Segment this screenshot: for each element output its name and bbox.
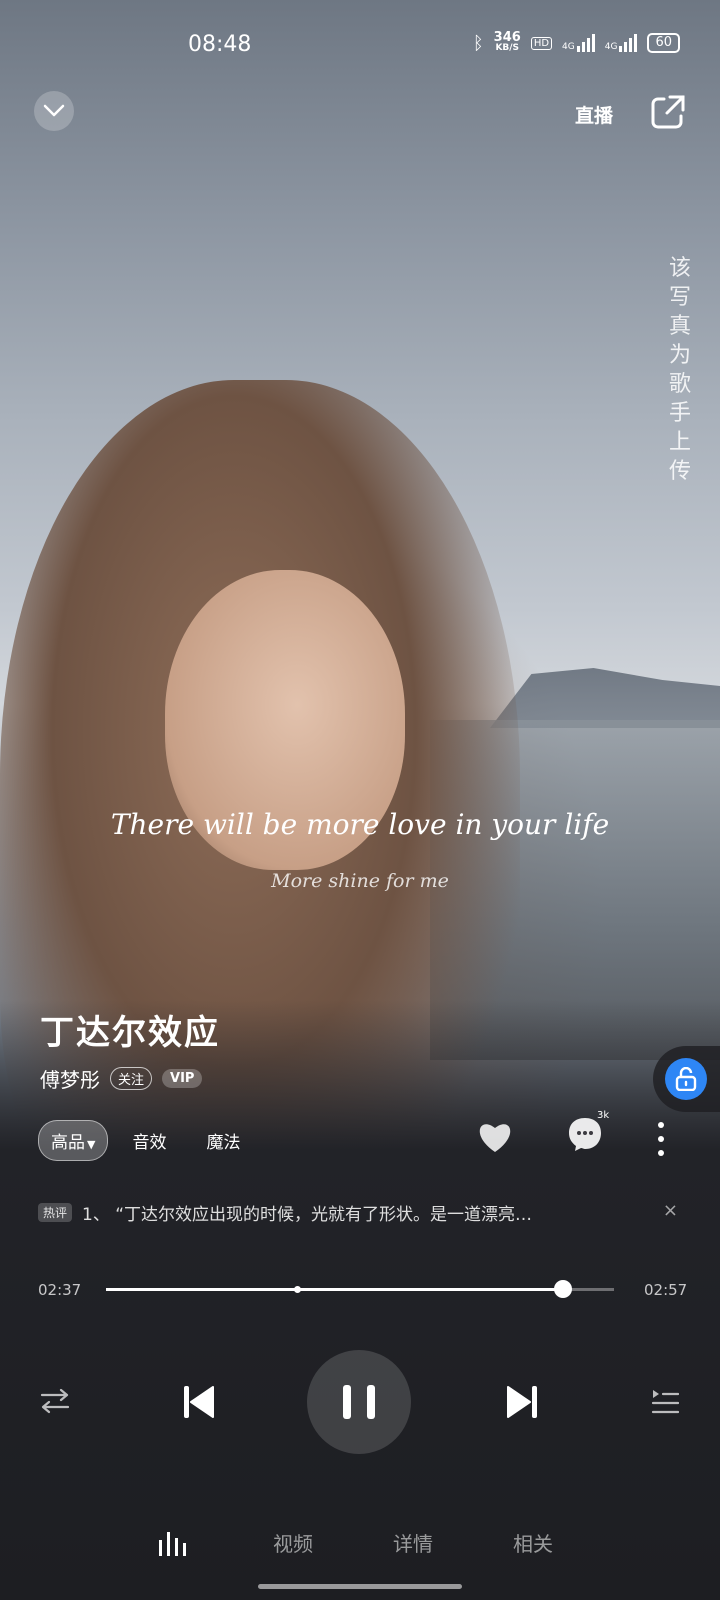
background-photo: [490, 668, 720, 728]
tab-related[interactable]: 相关: [513, 1528, 553, 1557]
artist-row: 傅梦彤 关注 VIP: [40, 1064, 203, 1093]
equalizer-icon: [159, 1532, 186, 1556]
playlist-button[interactable]: [651, 1388, 680, 1414]
magic-button[interactable]: 魔法: [206, 1128, 240, 1153]
next-button[interactable]: [506, 1385, 538, 1419]
chevron-down-icon: [43, 104, 65, 117]
vip-badge: VIP: [162, 1069, 203, 1088]
share-icon: [651, 95, 685, 129]
current-lyric[interactable]: There will be more love in your life: [0, 808, 720, 841]
unlock-icon: [675, 1067, 697, 1091]
photo-source-note: 该写真为歌手上传: [668, 256, 691, 484]
tab-details[interactable]: 详情: [393, 1528, 433, 1557]
tab-player[interactable]: [158, 1530, 190, 1561]
previous-button[interactable]: [183, 1385, 215, 1419]
sound-effect-button[interactable]: 音效: [132, 1128, 166, 1153]
comments-button[interactable]: 3k: [567, 1110, 609, 1156]
next-lyric[interactable]: More shine for me: [0, 870, 720, 892]
signal-1-icon: 4G: [562, 34, 595, 52]
hot-comment-bar[interactable]: 热评 1、 “丁达尔效应出现的时候，光就有了形状。是一道漂亮… ×: [38, 1200, 678, 1225]
lock-circle: [665, 1058, 707, 1100]
caret-down-icon: ▼: [87, 1138, 96, 1151]
pause-icon: [343, 1385, 375, 1419]
option-row: 高品 ▼ 音效 魔法: [38, 1120, 280, 1161]
share-button[interactable]: [650, 94, 686, 130]
climax-marker: [293, 1286, 301, 1293]
playlist-icon: [651, 1390, 680, 1414]
skip-next-icon: [507, 1386, 537, 1418]
skip-previous-icon: [184, 1386, 214, 1418]
quality-selector[interactable]: 高品 ▼: [38, 1120, 109, 1161]
current-time: 02:37: [38, 1281, 82, 1299]
more-button[interactable]: [656, 1122, 666, 1156]
artist-name[interactable]: 傅梦彤: [40, 1064, 100, 1093]
comment-count-badge: 3k: [597, 1110, 610, 1121]
bottom-tabs: 视频 详情 相关: [0, 1528, 720, 1568]
like-button[interactable]: [476, 1120, 514, 1154]
player-screen: 08:48 ᛒ 346 KB/S HD 4G 4G 60 直播 该写真为歌手上传: [0, 0, 720, 1600]
home-indicator[interactable]: [258, 1584, 462, 1589]
hot-comment-tag: 热评: [38, 1203, 73, 1222]
hot-comment-text: 1、 “丁达尔效应出现的时候，光就有了形状。是一道漂亮…: [82, 1205, 533, 1225]
repeat-icon: [40, 1388, 70, 1414]
follow-button[interactable]: 关注: [110, 1067, 153, 1090]
net-speed: 346 KB/S: [493, 30, 521, 53]
heart-icon: [479, 1124, 511, 1152]
close-icon[interactable]: ×: [663, 1200, 678, 1221]
live-button[interactable]: 直播: [570, 96, 618, 136]
status-icons: ᛒ 346 KB/S HD 4G 4G 60: [472, 30, 680, 54]
repeat-button[interactable]: [40, 1388, 70, 1414]
song-title: 丁达尔效应: [40, 1013, 220, 1053]
more-dot-icon: [658, 1122, 664, 1128]
bluetooth-icon: ᛒ: [472, 32, 484, 54]
status-bar: 08:48 ᛒ 346 KB/S HD 4G 4G 60: [0, 0, 720, 90]
lock-button[interactable]: [653, 1046, 720, 1112]
hd-icon: HD: [530, 36, 553, 50]
status-time: 08:48: [188, 32, 252, 57]
live-label: 直播: [574, 105, 613, 127]
total-time: 02:57: [644, 1281, 688, 1299]
signal-2-icon: 4G: [605, 34, 638, 52]
pause-button[interactable]: [307, 1350, 411, 1454]
tab-video[interactable]: 视频: [273, 1528, 313, 1557]
comment-icon: [569, 1118, 601, 1151]
progress-bar[interactable]: [106, 1280, 614, 1298]
progress-fill: [106, 1288, 564, 1291]
battery-icon: 60: [647, 33, 680, 53]
collapse-button[interactable]: [34, 91, 74, 131]
